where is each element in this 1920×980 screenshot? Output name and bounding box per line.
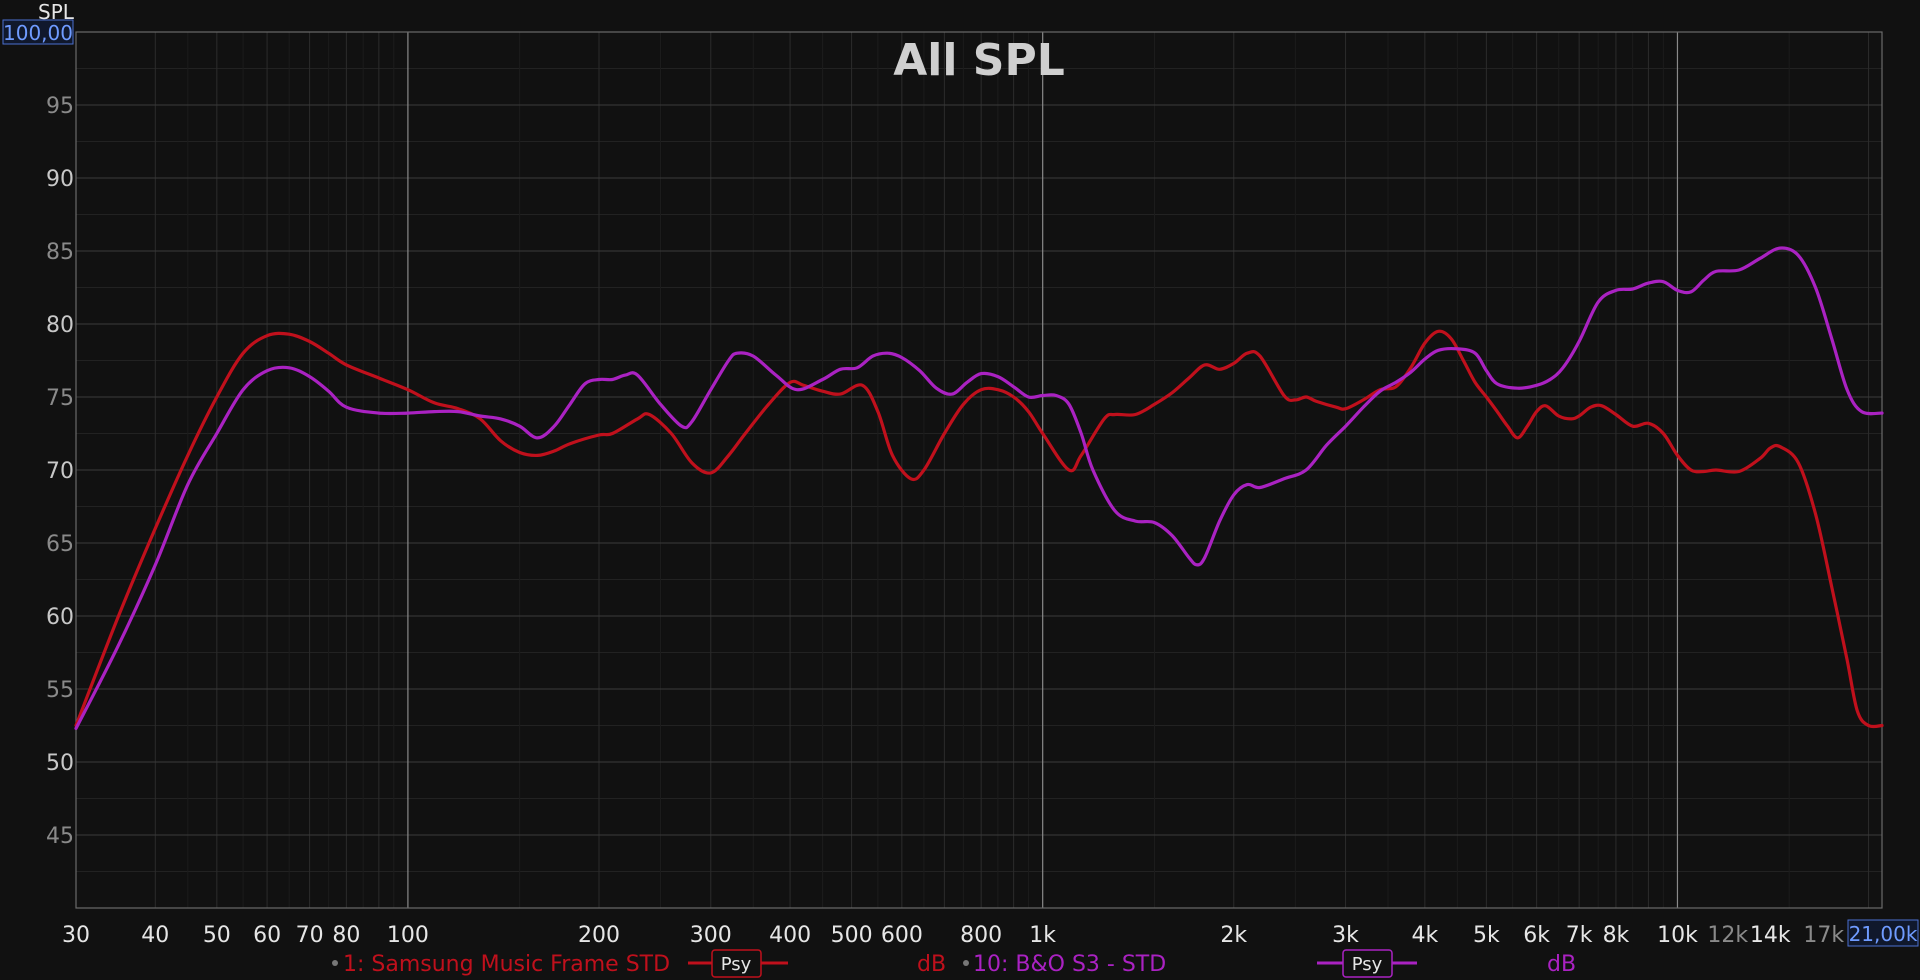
series-1-unit: dB <box>917 952 946 977</box>
series-2-psy-button[interactable]: Psy <box>1342 949 1393 978</box>
x-tick-label: 12k <box>1707 923 1748 948</box>
legend-series-1-name: 1: Samsung Music Frame STD <box>343 952 670 977</box>
y-tick-label: 55 <box>46 678 74 703</box>
y-tick-label: 85 <box>46 240 74 265</box>
series-1-psy-button[interactable]: Psy <box>711 949 762 978</box>
x-tick-label: 500 <box>831 923 873 948</box>
x-tick-label: 600 <box>881 923 923 948</box>
y-tick-label: 50 <box>46 751 74 776</box>
x-max-readout[interactable]: 21,00k <box>1847 919 1919 947</box>
x-tick-label: 200 <box>578 923 620 948</box>
x-tick-label: 1k <box>1029 923 1056 948</box>
x-tick-label: 2k <box>1220 923 1247 948</box>
x-max-value: 21,00k <box>1849 922 1918 946</box>
x-tick-label: 7k <box>1566 923 1593 948</box>
x-tick-label: 17k <box>1803 923 1844 948</box>
series-2-psy-label: Psy <box>1352 954 1383 975</box>
y-tick-label: 95 <box>46 94 74 119</box>
x-tick-label: 70 <box>296 923 324 948</box>
y-max-readout[interactable]: 100,00 <box>2 19 74 45</box>
series-2-unit: dB <box>1547 952 1576 977</box>
y-tick-label: 80 <box>46 313 74 338</box>
plot-background <box>0 0 1920 980</box>
x-tick-label: 300 <box>690 923 732 948</box>
series-2-dot-icon <box>963 960 969 966</box>
x-tick-label: 60 <box>253 923 281 948</box>
y-tick-label: 60 <box>46 605 74 630</box>
spl-chart: 95 90 85 80 75 70 65 60 55 50 45 30 40 50 60 70 80 100 20… <box>0 0 1920 980</box>
legend-series-2-name: 10: B&O S3 - STD <box>973 952 1166 977</box>
y-max-value: 100,00 <box>3 21 73 45</box>
x-tick-label: 30 <box>62 923 90 948</box>
x-tick-label: 800 <box>960 923 1002 948</box>
x-tick-label: 80 <box>332 923 360 948</box>
x-tick-label: 4k <box>1411 923 1438 948</box>
x-tick-label: 400 <box>769 923 811 948</box>
y-tick-label: 70 <box>46 459 74 484</box>
chart-title: All SPL <box>893 35 1065 86</box>
x-tick-label: 100 <box>387 923 429 948</box>
y-tick-label: 90 <box>46 167 74 192</box>
x-tick-label: 10k <box>1657 923 1698 948</box>
x-tick-label: 50 <box>203 923 231 948</box>
x-tick-label: 3k <box>1332 923 1359 948</box>
x-tick-label: 6k <box>1523 923 1550 948</box>
series-1-dot-icon <box>332 960 338 966</box>
x-tick-label: 40 <box>141 923 169 948</box>
x-tick-label: 14k <box>1750 923 1791 948</box>
y-tick-label: 65 <box>46 532 74 557</box>
x-tick-label: 8k <box>1603 923 1630 948</box>
y-tick-label: 75 <box>46 386 74 411</box>
x-tick-label: 5k <box>1473 923 1500 948</box>
series-1-psy-label: Psy <box>721 954 752 975</box>
y-tick-label: 45 <box>46 824 74 849</box>
